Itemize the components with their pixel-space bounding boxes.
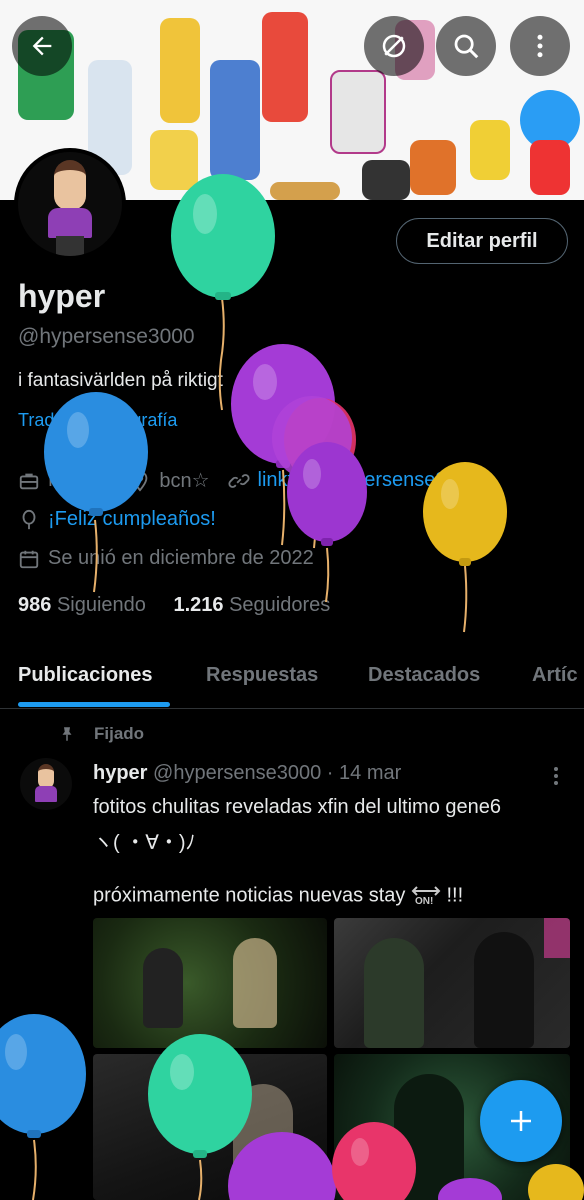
more-vertical-icon (554, 767, 558, 785)
tweet-avatar[interactable] (20, 758, 72, 810)
more-button[interactable] (510, 16, 570, 76)
followers-link[interactable]: 1.216 Seguidores (173, 594, 330, 616)
back-arrow-icon (32, 36, 52, 56)
active-tab-indicator (18, 702, 170, 707)
tweet-text-end: !!! (446, 884, 464, 907)
profile-handle: @hypersense3000 (18, 325, 195, 348)
following-link[interactable]: 986 Siguiendo (18, 594, 146, 616)
followers-label: Seguidores (229, 594, 331, 616)
profile-location: bcn☆ (159, 470, 210, 492)
slashed-circle-button[interactable] (364, 16, 424, 76)
profile-avatar[interactable] (14, 148, 126, 260)
profile-bio: i fantasivärlden på riktigt (18, 370, 223, 391)
avatar-image (18, 152, 122, 256)
tweet-text-main: próximamente noticias nuevas stay (93, 884, 406, 907)
edit-profile-button[interactable]: Editar perfil (396, 218, 568, 264)
tab-destacados[interactable]: Destacados (368, 664, 480, 687)
tweet-more-button[interactable] (546, 764, 566, 788)
tab-articulos[interactable]: Artíc (532, 664, 578, 687)
translate-bio-link[interactable]: Traducir la biografía (18, 410, 177, 431)
tweet-text-line2: ヽ( ・∀・)ﾉ (93, 832, 196, 854)
tab-respuestas[interactable]: Respuestas (206, 664, 318, 687)
search-button[interactable] (436, 16, 496, 76)
tweet-text-line3: próximamente noticias nuevas stay ON! !!… (93, 884, 463, 908)
location-pin-icon (133, 470, 148, 492)
on-badge-text: ON! (414, 896, 434, 907)
plus-icon (511, 1111, 531, 1131)
briefcase-icon (19, 473, 39, 489)
tweet-header: hyper @hypersense3000 · 14 mar (93, 762, 401, 785)
profile-tabs: Publicaciones Respuestas Destacados Artí… (0, 650, 584, 709)
profile-name: hyper (18, 278, 106, 314)
compose-button[interactable] (480, 1080, 562, 1162)
search-icon (454, 34, 479, 59)
pin-icon (62, 727, 72, 741)
balloon-icon (22, 509, 36, 529)
tweet-text-line1: fotitos chulitas reveladas xfin del ulti… (93, 796, 502, 818)
tweet-photo-1[interactable] (93, 918, 327, 1048)
birthday-text[interactable]: ¡Feliz cumpleaños! (48, 508, 216, 531)
on-arrow-emoji: ON! (411, 884, 441, 908)
tweet-separator: · (326, 762, 334, 784)
follow-stats: 986 Siguiendo 1.216 Seguidores (18, 594, 330, 617)
link-icon (227, 473, 250, 488)
tweet-photo-2[interactable] (334, 918, 570, 1048)
balloon-purple-3 (287, 442, 367, 603)
profile-meta-row: Músico bcn☆ linktr.ee/hypersense3000 (18, 468, 480, 493)
calendar-icon (19, 550, 39, 568)
slashed-circle-icon (382, 34, 406, 58)
profile-category: Músico (48, 469, 112, 491)
balloon-blue-2 (0, 1014, 86, 1200)
following-count: 986 (18, 594, 52, 616)
tweet-date[interactable]: 14 mar (339, 762, 401, 784)
back-button[interactable] (12, 16, 72, 76)
tweet-author-handle[interactable]: @hypersense3000 (153, 762, 321, 784)
joined-row: Se unió en diciembre de 2022 (18, 547, 314, 570)
joined-date: Se unió en diciembre de 2022 (48, 547, 314, 569)
more-vertical-icon (537, 34, 543, 58)
tab-publicaciones[interactable]: Publicaciones (18, 664, 153, 687)
profile-link[interactable]: linktr.ee/hypersense3000 (258, 469, 480, 492)
followers-count: 1.216 (173, 594, 224, 616)
tweet-photo-3[interactable] (93, 1054, 327, 1200)
tweet-author-name[interactable]: hyper (93, 762, 147, 784)
following-label: Siguiendo (56, 594, 146, 616)
birthday-row: ¡Feliz cumpleaños! (18, 508, 216, 531)
pinned-label: Fijado (94, 724, 145, 743)
balloon-purple-1 (231, 344, 335, 546)
pinned-indicator: Fijado (58, 724, 144, 744)
